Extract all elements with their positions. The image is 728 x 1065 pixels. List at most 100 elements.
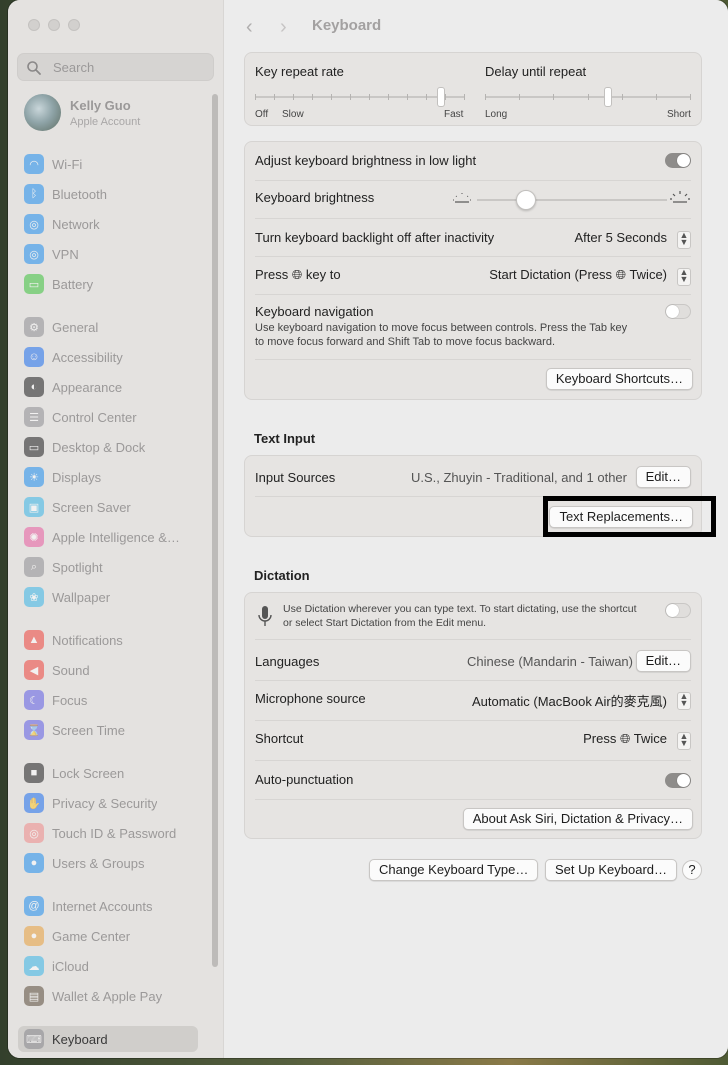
set-up-keyboard-button[interactable]: Set Up Keyboard… <box>545 859 678 881</box>
sidebar-item-label: Lock Screen <box>52 765 125 781</box>
sidebar-item-accessibility[interactable]: ☺ Accessibility <box>18 344 198 370</box>
languages-edit-button[interactable]: Edit… <box>635 650 691 672</box>
sidebar-item-notifications[interactable]: ▲ Notifications <box>18 627 198 653</box>
back-icon[interactable]: ‹ <box>246 16 253 39</box>
sidebar-item-wi-fi[interactable]: ◠ Wi-Fi <box>18 151 198 177</box>
about-siri-dictation-privacy-button[interactable]: About Ask Siri, Dictation & Privacy… <box>462 808 693 830</box>
keyboard-brightness-label: Keyboard brightness <box>255 190 375 205</box>
sidebar-item-label: Desktop & Dock <box>52 439 146 455</box>
hand-icon: ✋ <box>24 793 44 813</box>
sidebar-item-bluetooth[interactable]: ᛒ Bluetooth <box>18 181 198 207</box>
control-center-icon: ☰ <box>24 407 44 427</box>
input-sources-value: U.S., Zhuyin - Traditional, and 1 other <box>410 470 627 485</box>
sidebar-item-label: Wallet & Apple Pay <box>52 988 163 1004</box>
sidebar-item-displays[interactable]: ☀ Displays <box>18 464 198 490</box>
key-repeat-thumb[interactable] <box>437 87 445 107</box>
forward-icon[interactable]: › <box>280 16 287 39</box>
languages-row: Languages Chinese (Mandarin - Taiwan) Ed… <box>255 650 691 672</box>
sidebar-item-control-center[interactable]: ☰ Control Center <box>18 404 198 430</box>
sidebar-item-label: Notifications <box>52 632 123 648</box>
globe-icon: 🌐︎ <box>291 267 303 282</box>
screen-saver-icon: ▣ <box>24 497 44 517</box>
keyboard-navigation-toggle[interactable] <box>665 304 691 319</box>
languages-value: Chinese (Mandarin - Taiwan) <box>467 654 633 669</box>
microphone-source-value[interactable]: Automatic (MacBook Air的麥克風) <box>472 691 667 710</box>
backlight-value[interactable]: After 5 Seconds <box>575 230 668 245</box>
dictation-desc-1: Use Dictation wherever you can type text… <box>283 603 637 615</box>
dictation-shortcut-label: Shortcut <box>255 731 304 746</box>
search-placeholder: Search <box>53 60 95 75</box>
sidebar-item-screen-time[interactable]: ⌛ Screen Time <box>18 717 198 743</box>
sidebar-item-label: Appearance <box>52 379 123 395</box>
adjust-brightness-toggle[interactable] <box>665 153 691 168</box>
sidebar-item-internet-accounts[interactable]: @ Internet Accounts <box>18 893 198 919</box>
sidebar-item-label: Battery <box>52 276 94 292</box>
auto-punctuation-toggle[interactable] <box>665 773 691 788</box>
press-key-prefix: Press <box>255 267 289 282</box>
close-window-button[interactable] <box>28 19 40 31</box>
press-key-popup-chevrons-icon[interactable]: ▲ ▼ <box>677 268 691 286</box>
users-icon: ● <box>24 853 44 873</box>
delay-repeat-slider[interactable] <box>485 87 691 113</box>
sidebar-item-network[interactable]: ◎ Network <box>18 211 198 237</box>
brightness-thumb[interactable] <box>516 190 536 210</box>
sidebar-scrollbar[interactable] <box>212 94 218 967</box>
sidebar-item-screen-saver[interactable]: ▣ Screen Saver <box>18 494 198 520</box>
shortcut-value-pre: Press <box>583 731 617 746</box>
brightness-track <box>477 199 667 201</box>
dictation-shortcut-row: Shortcut Press 🌐︎ Twice ▲ ▼ <box>255 731 691 751</box>
backlight-popup-chevrons-icon[interactable]: ▲ ▼ <box>677 231 691 249</box>
vpn-icon: ◎ <box>24 244 44 264</box>
slider-tick <box>588 94 589 100</box>
sidebar-item-label: Spotlight <box>52 559 103 575</box>
sidebar-item-label: Touch ID & Password <box>52 825 177 841</box>
window-controls <box>28 19 80 31</box>
delay-repeat-thumb[interactable] <box>604 87 612 107</box>
press-key-value[interactable]: Start Dictation (Press 🌐︎ Twice) <box>489 267 667 283</box>
slider-tick <box>369 94 370 100</box>
slider-tick <box>519 94 520 100</box>
sidebar-item-label: Keyboard <box>52 1031 108 1047</box>
sidebar-item-game-center[interactable]: ● Game Center <box>18 923 198 949</box>
sidebar-item-vpn[interactable]: ◎ VPN <box>18 241 198 267</box>
dictation-toggle[interactable] <box>665 603 691 618</box>
sidebar-item-focus[interactable]: ☾ Focus <box>18 687 198 713</box>
change-keyboard-type-button[interactable]: Change Keyboard Type… <box>369 859 539 881</box>
slider-tick <box>274 94 275 100</box>
account-subtitle: Apple Account <box>70 116 141 128</box>
sidebar-item-privacy-security[interactable]: ✋ Privacy & Security <box>18 790 198 816</box>
sidebar-item-label: Control Center <box>52 409 137 425</box>
help-button[interactable]: ? <box>682 860 702 880</box>
sidebar-item-keyboard[interactable]: ⌨ Keyboard <box>18 1026 198 1052</box>
sidebar-item-desktop-dock[interactable]: ▭ Desktop & Dock <box>18 434 198 460</box>
keyboard-brightness-slider[interactable] <box>477 190 667 210</box>
sidebar-item-label: Privacy & Security <box>52 795 158 811</box>
sidebar-item-sound[interactable]: ◀ Sound <box>18 657 198 683</box>
microphone-popup-chevrons-icon[interactable]: ▲ ▼ <box>677 692 691 710</box>
sidebar-item-general[interactable]: ⚙ General <box>18 314 198 340</box>
sidebar-item-wallet-apple-pay[interactable]: ▤ Wallet & Apple Pay <box>18 983 198 1009</box>
sidebar-item-wallpaper[interactable]: ❀ Wallpaper <box>18 584 198 610</box>
dictation-shortcut-value[interactable]: Press 🌐︎ Twice <box>583 731 667 747</box>
slider-tick <box>293 94 294 100</box>
sidebar-item-spotlight[interactable]: ⌕ Spotlight <box>18 554 198 580</box>
sidebar: Search Kelly Guo Apple Account ◠ Wi-Fi ᛒ Bl… <box>8 0 224 1058</box>
brightness-high-icon <box>670 191 690 203</box>
minimize-window-button[interactable] <box>48 19 60 31</box>
sidebar-item-touch-id-password[interactable]: ◎ Touch ID & Password <box>18 820 198 846</box>
shortcut-popup-chevrons-icon[interactable]: ▲ ▼ <box>677 732 691 750</box>
input-sources-edit-button[interactable]: Edit… <box>635 466 691 488</box>
sidebar-item-icloud[interactable]: ☁ iCloud <box>18 953 198 979</box>
sidebar-item-apple-intelligence[interactable]: ✺ Apple Intelligence &… <box>18 524 198 550</box>
search-icon <box>27 61 41 75</box>
search-input[interactable]: Search <box>17 53 214 81</box>
moon-icon: ☾ <box>24 690 44 710</box>
slider-tick <box>255 94 256 100</box>
sidebar-item-lock-screen[interactable]: ■ Lock Screen <box>18 760 198 786</box>
keyboard-shortcuts-button[interactable]: Keyboard Shortcuts… <box>545 368 693 390</box>
sidebar-item-users-groups[interactable]: ● Users & Groups <box>18 850 198 876</box>
sidebar-item-label: Accessibility <box>52 349 123 365</box>
sidebar-item-battery[interactable]: ▭ Battery <box>18 271 198 297</box>
zoom-window-button[interactable] <box>68 19 80 31</box>
sidebar-item-appearance[interactable]: ◐ Appearance <box>18 374 198 400</box>
